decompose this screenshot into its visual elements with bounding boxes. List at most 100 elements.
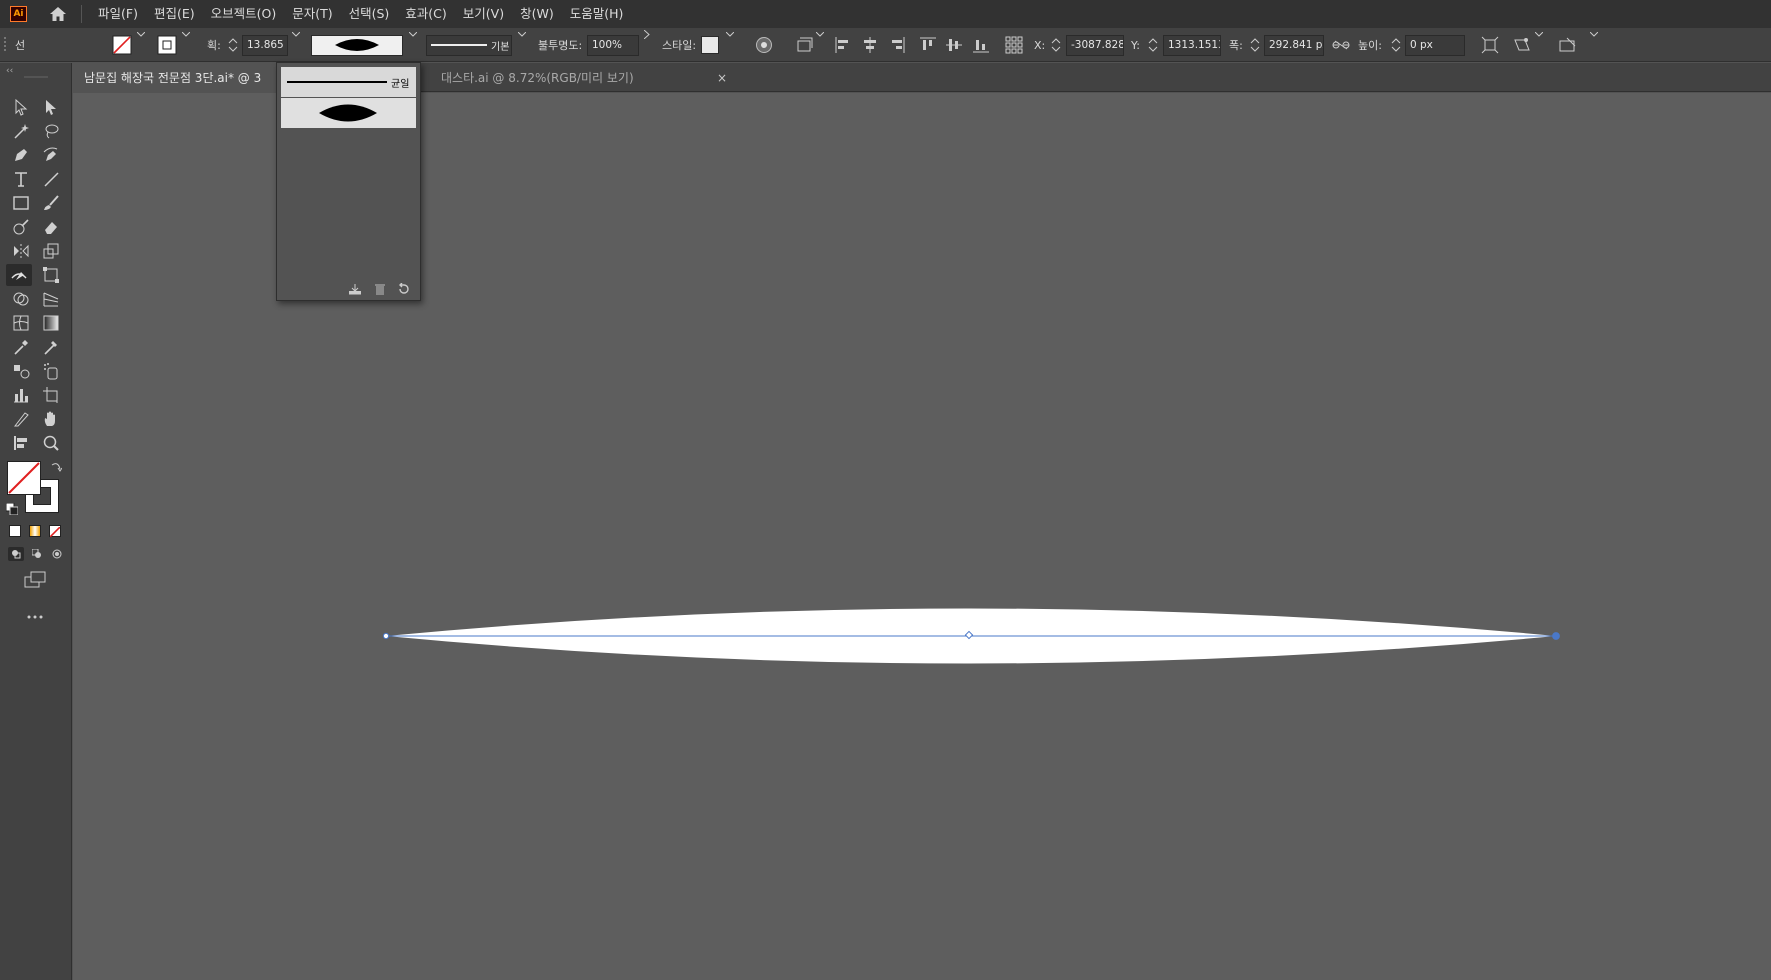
chevron-down-icon[interactable] bbox=[814, 28, 826, 40]
reset-profiles-icon[interactable] bbox=[398, 282, 410, 298]
mesh-tool-icon[interactable] bbox=[8, 312, 34, 334]
reference-point-icon[interactable] bbox=[1004, 35, 1024, 55]
blend-tool-icon[interactable] bbox=[8, 360, 34, 382]
more-tools-icon[interactable] bbox=[26, 609, 44, 623]
free-transform-tool-icon[interactable] bbox=[38, 264, 64, 286]
shape-builder-tool-icon[interactable] bbox=[8, 288, 34, 310]
symbol-sprayer-tool-icon[interactable] bbox=[38, 360, 64, 382]
tab-document-1[interactable]: 남문집 해장국 전문점 3단.ai* @ 3 bbox=[74, 63, 279, 92]
width-input[interactable]: 292.841 px bbox=[1264, 34, 1324, 56]
chevron-down-icon[interactable] bbox=[1588, 28, 1600, 40]
opacity-input[interactable]: 100% bbox=[587, 34, 639, 56]
align-left-icon[interactable] bbox=[833, 35, 853, 55]
pen-tool-icon[interactable] bbox=[8, 144, 34, 166]
variable-width-profile-field[interactable] bbox=[311, 34, 403, 56]
type-tool-icon[interactable] bbox=[8, 168, 34, 190]
stepper-icon[interactable] bbox=[1391, 28, 1401, 62]
menu-file[interactable]: 파일(F) bbox=[90, 0, 146, 28]
measure-tool-icon[interactable] bbox=[38, 336, 64, 358]
gradient-mode-icon[interactable] bbox=[29, 525, 41, 537]
line-segment-tool-icon[interactable] bbox=[38, 168, 64, 190]
stepper-icon[interactable] bbox=[228, 28, 238, 62]
menu-edit[interactable]: 편집(E) bbox=[146, 0, 203, 28]
draw-inside-icon[interactable] bbox=[49, 547, 65, 561]
hand-tool-icon[interactable] bbox=[38, 408, 64, 430]
reflect-tool-icon[interactable] bbox=[8, 240, 34, 262]
stroke-weight-input[interactable]: 13.865 p bbox=[242, 34, 288, 56]
swap-fill-stroke-icon[interactable] bbox=[50, 461, 63, 476]
chevron-right-icon[interactable] bbox=[641, 28, 653, 40]
add-to-profiles-icon[interactable] bbox=[348, 283, 362, 298]
control-bar-grip[interactable] bbox=[4, 28, 12, 62]
chevron-down-icon[interactable] bbox=[135, 28, 147, 40]
panel-menu-icon[interactable] bbox=[1558, 35, 1578, 55]
x-label: X: bbox=[1034, 38, 1046, 52]
draw-normal-icon[interactable] bbox=[8, 547, 24, 561]
close-icon[interactable]: × bbox=[717, 71, 727, 85]
draw-behind-icon[interactable] bbox=[29, 547, 45, 561]
color-mode-icon[interactable] bbox=[9, 525, 21, 537]
curvature-tool-icon[interactable] bbox=[38, 144, 64, 166]
home-icon[interactable] bbox=[47, 3, 69, 25]
menu-effect[interactable]: 효과(C) bbox=[397, 0, 454, 28]
gradient-tool-icon[interactable] bbox=[38, 312, 64, 334]
menu-object[interactable]: 오브젝트(O) bbox=[203, 0, 285, 28]
selection-tool-icon[interactable] bbox=[8, 96, 34, 118]
y-input[interactable]: 1313.1513 bbox=[1163, 34, 1221, 56]
artboard-tool-icon[interactable] bbox=[38, 384, 64, 406]
eyedropper-tool-icon[interactable] bbox=[8, 336, 34, 358]
menu-view[interactable]: 보기(V) bbox=[455, 0, 512, 28]
align-right-icon[interactable] bbox=[887, 35, 907, 55]
tab-document-2[interactable]: 대스타.ai @ 8.72%(RGB/미리 보기) × bbox=[431, 63, 737, 92]
transform-icon[interactable] bbox=[1480, 35, 1500, 55]
chevron-down-icon[interactable] bbox=[516, 28, 528, 40]
screen-mode-icon[interactable] bbox=[24, 571, 48, 592]
artboard-navigator-icon[interactable] bbox=[8, 432, 34, 454]
fill-swatch[interactable] bbox=[112, 28, 132, 62]
default-fill-stroke-icon[interactable] bbox=[5, 502, 19, 518]
eraser-tool-icon[interactable] bbox=[38, 216, 64, 238]
recolor-artwork-icon[interactable] bbox=[754, 35, 774, 55]
width-profile-uniform[interactable]: 균일 bbox=[281, 67, 416, 97]
direct-selection-tool-icon[interactable] bbox=[38, 96, 64, 118]
isolate-group-icon[interactable] bbox=[1512, 35, 1532, 55]
chevron-down-icon[interactable] bbox=[290, 28, 302, 40]
chevron-down-icon[interactable] bbox=[724, 28, 736, 40]
brush-definition-field[interactable]: 기본 bbox=[426, 34, 512, 56]
align-to-selection-icon[interactable] bbox=[796, 35, 816, 55]
align-bottom-icon[interactable] bbox=[971, 35, 991, 55]
slice-tool-icon[interactable] bbox=[8, 408, 34, 430]
menu-type[interactable]: 문자(T) bbox=[284, 0, 340, 28]
delete-profile-icon[interactable] bbox=[374, 283, 386, 298]
perspective-grid-tool-icon[interactable] bbox=[38, 288, 64, 310]
constrain-proportions-icon[interactable] bbox=[1331, 35, 1351, 55]
rectangle-tool-icon[interactable] bbox=[8, 192, 34, 214]
align-horizontal-center-icon[interactable] bbox=[860, 35, 880, 55]
stepper-icon[interactable] bbox=[1051, 28, 1061, 62]
paintbrush-tool-icon[interactable] bbox=[38, 192, 64, 214]
shaper-tool-icon[interactable] bbox=[8, 216, 34, 238]
width-tool-icon[interactable] bbox=[6, 264, 32, 286]
toolbar-header[interactable]: ‹‹ bbox=[0, 63, 72, 81]
lasso-tool-icon[interactable] bbox=[38, 120, 64, 142]
chevron-down-icon[interactable] bbox=[1533, 28, 1545, 40]
magic-wand-tool-icon[interactable] bbox=[8, 120, 34, 142]
graphic-style-swatch[interactable] bbox=[701, 28, 719, 62]
align-vertical-center-icon[interactable] bbox=[944, 35, 964, 55]
align-top-icon[interactable] bbox=[918, 35, 938, 55]
none-mode-icon[interactable] bbox=[49, 525, 61, 538]
stepper-icon[interactable] bbox=[1148, 28, 1158, 62]
width-profile-lens[interactable] bbox=[281, 98, 416, 128]
stepper-icon[interactable] bbox=[1250, 28, 1260, 62]
height-input[interactable]: 0 px bbox=[1405, 34, 1465, 56]
x-input[interactable]: -3087.8286 bbox=[1066, 34, 1124, 56]
chevron-down-icon[interactable] bbox=[180, 28, 192, 40]
scale-tool-icon[interactable] bbox=[38, 240, 64, 262]
stroke-swatch[interactable] bbox=[157, 28, 177, 62]
column-graph-tool-icon[interactable] bbox=[8, 384, 34, 406]
zoom-tool-icon[interactable] bbox=[38, 432, 64, 454]
menu-select[interactable]: 선택(S) bbox=[341, 0, 398, 28]
menu-help[interactable]: 도움말(H) bbox=[562, 0, 632, 28]
chevron-down-icon[interactable] bbox=[407, 28, 419, 40]
menu-window[interactable]: 창(W) bbox=[512, 0, 562, 28]
